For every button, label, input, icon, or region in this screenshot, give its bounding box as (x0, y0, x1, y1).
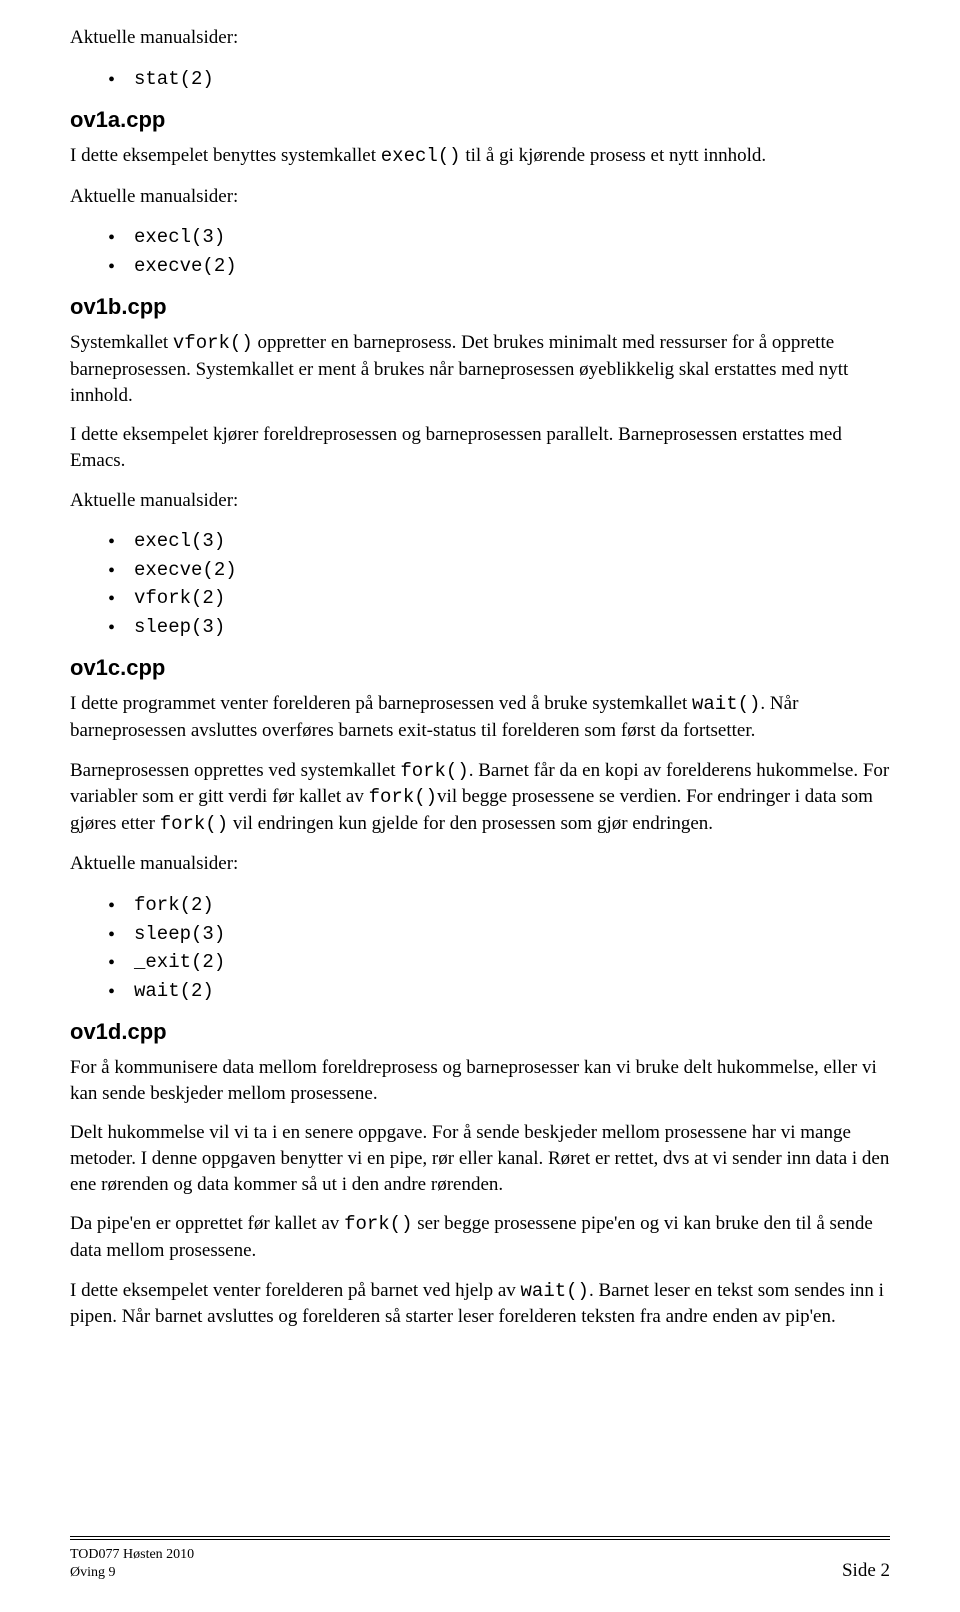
manual-list-ov1b: execl(3) execve(2) vfork(2) sleep(3) (108, 527, 890, 641)
footer-page: Side 2 (842, 1560, 890, 1582)
paragraph: For å kommunisere data mellom foreldrepr… (70, 1055, 890, 1106)
section-heading-ov1b: ov1b.cpp (70, 294, 890, 320)
manual-list-intro: stat(2) (108, 65, 890, 94)
list-item: execve(2) (108, 556, 890, 585)
list-item: sleep(3) (108, 613, 890, 642)
manual-label: Aktuelle manualsider: (70, 184, 890, 210)
list-item: execl(3) (108, 223, 890, 252)
paragraph: I dette eksempelet benyttes systemkallet… (70, 143, 890, 170)
list-item: _exit(2) (108, 948, 890, 977)
list-item: wait(2) (108, 977, 890, 1006)
paragraph: Systemkallet vfork() oppretter en barnep… (70, 330, 890, 408)
paragraph: I dette eksempelet kjører foreldreproses… (70, 422, 890, 473)
list-item: stat(2) (108, 65, 890, 94)
list-item: fork(2) (108, 891, 890, 920)
paragraph: I dette programmet venter forelderen på … (70, 691, 890, 743)
paragraph: Da pipe'en er opprettet før kallet av fo… (70, 1211, 890, 1263)
paragraph: I dette eksempelet venter forelderen på … (70, 1278, 890, 1330)
list-item: execl(3) (108, 527, 890, 556)
footer-course: TOD077 Høsten 2010 (70, 1546, 194, 1564)
manual-label: Aktuelle manualsider: (70, 25, 890, 51)
paragraph: Delt hukommelse vil vi ta i en senere op… (70, 1120, 890, 1197)
section-heading-ov1c: ov1c.cpp (70, 655, 890, 681)
list-item: sleep(3) (108, 920, 890, 949)
footer-divider (70, 1536, 890, 1540)
manual-label: Aktuelle manualsider: (70, 851, 890, 877)
paragraph: Barneprosessen opprettes ved systemkalle… (70, 758, 890, 838)
list-item: vfork(2) (108, 584, 890, 613)
manual-list-ov1c: fork(2) sleep(3) _exit(2) wait(2) (108, 891, 890, 1005)
section-heading-ov1d: ov1d.cpp (70, 1019, 890, 1045)
manual-list-ov1a: execl(3) execve(2) (108, 223, 890, 280)
section-heading-ov1a: ov1a.cpp (70, 107, 890, 133)
page-footer: TOD077 Høsten 2010 Øving 9 Side 2 (70, 1536, 890, 1582)
manual-label: Aktuelle manualsider: (70, 488, 890, 514)
footer-exercise: Øving 9 (70, 1564, 194, 1582)
list-item: execve(2) (108, 252, 890, 281)
